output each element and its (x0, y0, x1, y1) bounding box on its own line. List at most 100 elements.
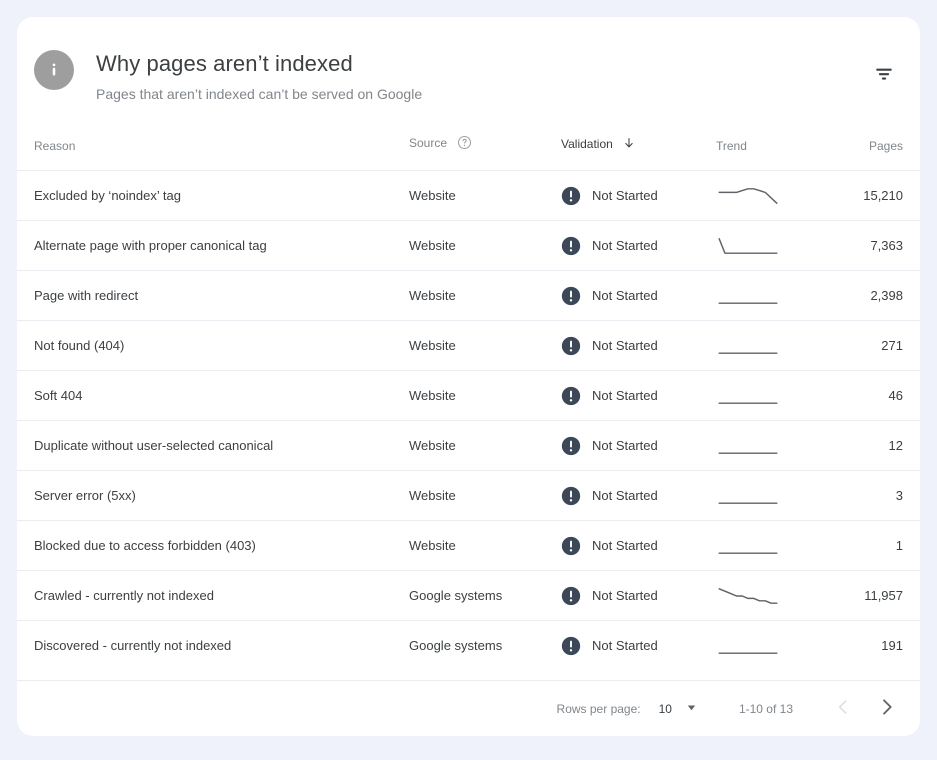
source-label: Website (409, 188, 456, 203)
cell-reason[interactable]: Page with redirect (17, 270, 409, 321)
column-header-trend[interactable]: Trend (716, 135, 834, 171)
rows-per-page-value: 10 (658, 701, 672, 716)
pages-count: 1 (895, 538, 903, 553)
cell-pages: 191 (834, 620, 920, 671)
cell-reason[interactable]: Blocked due to access forbidden (403) (17, 520, 409, 571)
card-header: Why pages aren’t indexed Pages that aren… (17, 17, 920, 135)
cell-trend (716, 370, 834, 421)
table-footer: Rows per page: 10 1-10 of 13 (17, 680, 920, 736)
reason-label: Soft 404 (34, 388, 83, 403)
source-label: Website (409, 488, 456, 503)
cell-validation: Not Started (561, 570, 716, 621)
table-row[interactable]: Server error (5xx) Website Not Started 3 (17, 470, 920, 521)
cell-trend (716, 520, 834, 571)
cell-reason[interactable]: Discovered - currently not indexed (17, 620, 409, 671)
trend-sparkline (716, 587, 834, 605)
pages-count: 2,398 (870, 288, 903, 303)
column-header-source[interactable]: Source (409, 135, 561, 171)
cell-validation: Not Started (561, 170, 716, 221)
cell-source: Website (409, 420, 561, 471)
cell-source: Website (409, 320, 561, 371)
reason-label: Discovered - currently not indexed (34, 638, 232, 654)
pages-count: 15,210 (863, 188, 903, 203)
filter-icon (873, 63, 895, 88)
cell-pages: 15,210 (834, 170, 920, 221)
column-header-validation[interactable]: Validation (561, 135, 716, 171)
filter-button[interactable] (864, 55, 904, 95)
status-badge: Not Started (592, 388, 658, 403)
error-exclamation-icon (561, 586, 581, 606)
cell-reason[interactable]: Excluded by ‘noindex’ tag (17, 170, 409, 221)
cell-source: Website (409, 170, 561, 221)
cell-reason[interactable]: Alternate page with proper canonical tag (17, 220, 409, 271)
table-row[interactable]: Alternate page with proper canonical tag… (17, 220, 920, 271)
table-row[interactable]: Not found (404) Website Not Started 271 (17, 320, 920, 371)
trend-sparkline (716, 637, 834, 655)
status-badge: Not Started (592, 238, 658, 253)
next-page-button[interactable] (867, 689, 907, 729)
source-label: Google systems (409, 588, 503, 603)
cell-reason[interactable]: Duplicate without user-selected canonica… (17, 420, 409, 471)
reason-label: Duplicate without user-selected canonica… (34, 438, 274, 453)
page-title: Why pages aren’t indexed (96, 51, 353, 76)
cell-trend (716, 620, 834, 671)
source-label: Google systems (409, 638, 503, 654)
cell-reason[interactable]: Not found (404) (17, 320, 409, 371)
rows-per-page-select[interactable]: 10 (659, 702, 697, 716)
table-row[interactable]: Excluded by ‘noindex’ tag Website Not Star… (17, 170, 920, 221)
cell-reason[interactable]: Server error (5xx) (17, 470, 409, 521)
error-exclamation-icon (561, 636, 581, 656)
cell-trend (716, 570, 834, 621)
table-header-row: Reason Source Validation Trend Pages (17, 135, 920, 171)
source-label: Website (409, 338, 456, 353)
cell-source: Google systems (409, 620, 561, 671)
indexing-reasons-card: Why pages aren’t indexed Pages that aren… (17, 17, 920, 736)
error-exclamation-icon (561, 536, 581, 556)
trend-sparkline (716, 337, 834, 355)
source-label: Website (409, 238, 456, 253)
status-badge: Not Started (592, 538, 658, 553)
table-row[interactable]: Blocked due to access forbidden (403) Web… (17, 520, 920, 571)
cell-source: Website (409, 470, 561, 521)
reason-label: Server error (5xx) (34, 488, 136, 503)
trend-sparkline (716, 487, 834, 505)
reason-label: Alternate page with proper canonical tag (34, 238, 267, 253)
trend-sparkline (716, 237, 834, 255)
cell-trend (716, 420, 834, 471)
error-exclamation-icon (561, 436, 581, 456)
table-row[interactable]: Page with redirect Website Not Started 2,39… (17, 270, 920, 321)
table-row[interactable]: Crawled - currently not indexed Google sy… (17, 570, 920, 621)
status-badge: Not Started (592, 288, 658, 303)
error-exclamation-icon (561, 336, 581, 356)
column-header-pages[interactable]: Pages (834, 135, 920, 171)
trend-sparkline (716, 387, 834, 405)
pages-count: 46 (888, 388, 903, 403)
help-circle-icon[interactable] (457, 135, 472, 153)
table-row[interactable]: Duplicate without user-selected canonica… (17, 420, 920, 471)
status-badge: Not Started (592, 338, 658, 353)
cell-validation: Not Started (561, 220, 716, 271)
cell-trend (716, 220, 834, 271)
cell-reason[interactable]: Crawled - currently not indexed (17, 570, 409, 621)
previous-page-button[interactable] (823, 689, 863, 729)
cell-reason[interactable]: Soft 404 (17, 370, 409, 421)
info-icon (34, 50, 74, 90)
trend-sparkline (716, 287, 834, 305)
cell-trend (716, 470, 834, 521)
column-header-trend-label: Trend (716, 139, 747, 153)
source-label: Website (409, 388, 456, 403)
table-row[interactable]: Discovered - currently not indexed Google… (17, 620, 920, 671)
column-header-reason[interactable]: Reason (17, 135, 409, 171)
error-exclamation-icon (561, 286, 581, 306)
arrow-down-icon (622, 136, 636, 153)
cell-pages: 3 (834, 470, 920, 521)
chevron-right-icon (876, 696, 898, 721)
cell-pages: 2,398 (834, 270, 920, 321)
error-exclamation-icon (561, 186, 581, 206)
cell-source: Website (409, 220, 561, 271)
table-row[interactable]: Soft 404 Website Not Started 46 (17, 370, 920, 421)
cell-validation: Not Started (561, 620, 716, 671)
trend-sparkline (716, 537, 834, 555)
cell-pages: 271 (834, 320, 920, 371)
source-label: Website (409, 288, 456, 303)
